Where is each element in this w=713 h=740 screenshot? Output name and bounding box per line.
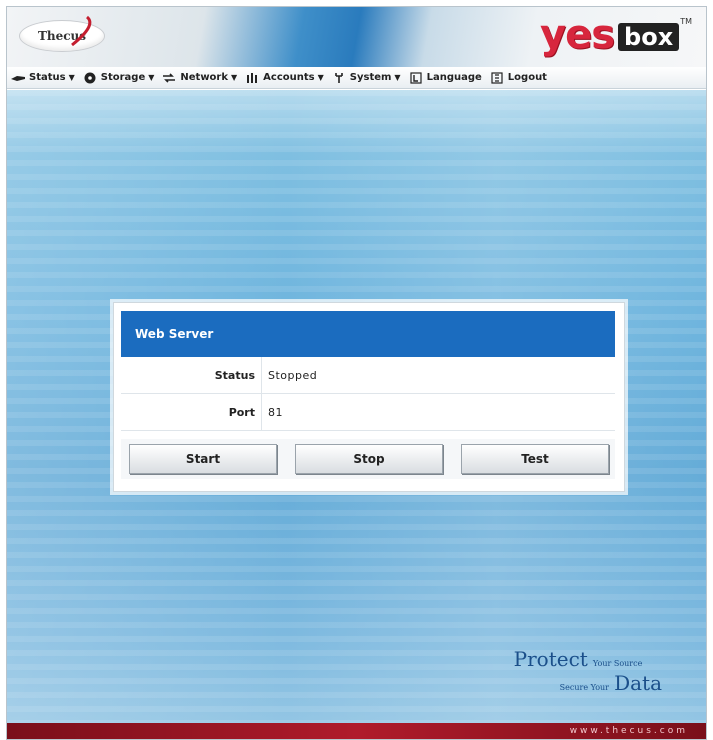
button-bar: Start Stop Test xyxy=(121,439,615,479)
menu-system[interactable]: System ▼ xyxy=(332,72,401,84)
slogan-protect: Protect xyxy=(513,647,588,671)
panel-title: Web Server xyxy=(121,311,615,357)
row-divider xyxy=(261,394,262,430)
menu-status-label: Status xyxy=(29,72,66,83)
menu-logout-label: Logout xyxy=(507,72,547,83)
content-area: Web Server Status Stopped Port 81 Start … xyxy=(7,90,706,727)
storage-icon xyxy=(83,72,97,84)
row-divider xyxy=(261,357,262,393)
menu-storage[interactable]: Storage ▼ xyxy=(83,72,155,84)
status-icon xyxy=(11,72,25,84)
menu-accounts-label: Accounts xyxy=(263,72,315,83)
test-button[interactable]: Test xyxy=(461,444,609,474)
brand-yes: yes xyxy=(540,12,615,58)
chevron-down-icon: ▼ xyxy=(231,73,238,82)
protect-slogan: Protect Your Source Secure Your Data xyxy=(514,647,662,695)
chevron-down-icon: ▼ xyxy=(68,73,75,82)
chevron-down-icon: ▼ xyxy=(317,73,324,82)
swoosh-icon xyxy=(71,15,92,47)
header: Thecus yes box TM xyxy=(7,7,706,67)
footer-bar: www.thecus.com xyxy=(7,723,706,739)
menu-accounts[interactable]: Accounts ▼ xyxy=(245,72,324,84)
status-label: Status xyxy=(214,368,255,382)
port-value: 81 xyxy=(268,405,283,419)
yesbox-brand: yes box TM xyxy=(540,15,692,55)
menu-status[interactable]: Status ▼ xyxy=(11,72,75,84)
menu-language-label: Language xyxy=(426,72,482,83)
menu-logout[interactable]: Logout xyxy=(490,71,547,84)
menu-storage-label: Storage xyxy=(100,72,146,83)
menu-language[interactable]: Language xyxy=(409,71,482,84)
app-window: Thecus yes box TM Status ▼ Storage ▼ Net… xyxy=(6,6,707,740)
status-value: Stopped xyxy=(268,368,318,382)
brand-box: box xyxy=(618,23,680,51)
start-button[interactable]: Start xyxy=(129,444,277,474)
chevron-down-icon: ▼ xyxy=(394,73,401,82)
chevron-down-icon: ▼ xyxy=(148,73,155,82)
menu-network-label: Network xyxy=(180,72,229,83)
accounts-icon xyxy=(245,72,259,84)
logout-icon xyxy=(490,71,504,84)
slogan-secure-your: Secure Your xyxy=(559,683,609,692)
language-icon xyxy=(409,71,423,84)
brand-tm: TM xyxy=(680,17,692,26)
menu-network[interactable]: Network ▼ xyxy=(162,72,237,84)
web-server-panel: Web Server Status Stopped Port 81 Start … xyxy=(113,302,625,492)
footer-url: www.thecus.com xyxy=(569,726,688,736)
slogan-data: Data xyxy=(614,671,662,695)
stop-button[interactable]: Stop xyxy=(295,444,443,474)
main-menu: Status ▼ Storage ▼ Network ▼ Accounts ▼ xyxy=(7,67,706,89)
status-row: Status Stopped xyxy=(121,357,615,394)
slogan-your-source: Your Source xyxy=(592,659,643,668)
system-icon xyxy=(332,72,346,84)
port-label: Port xyxy=(228,405,255,419)
network-icon xyxy=(162,72,176,84)
menu-system-label: System xyxy=(349,72,392,83)
port-row: Port 81 xyxy=(121,394,615,431)
